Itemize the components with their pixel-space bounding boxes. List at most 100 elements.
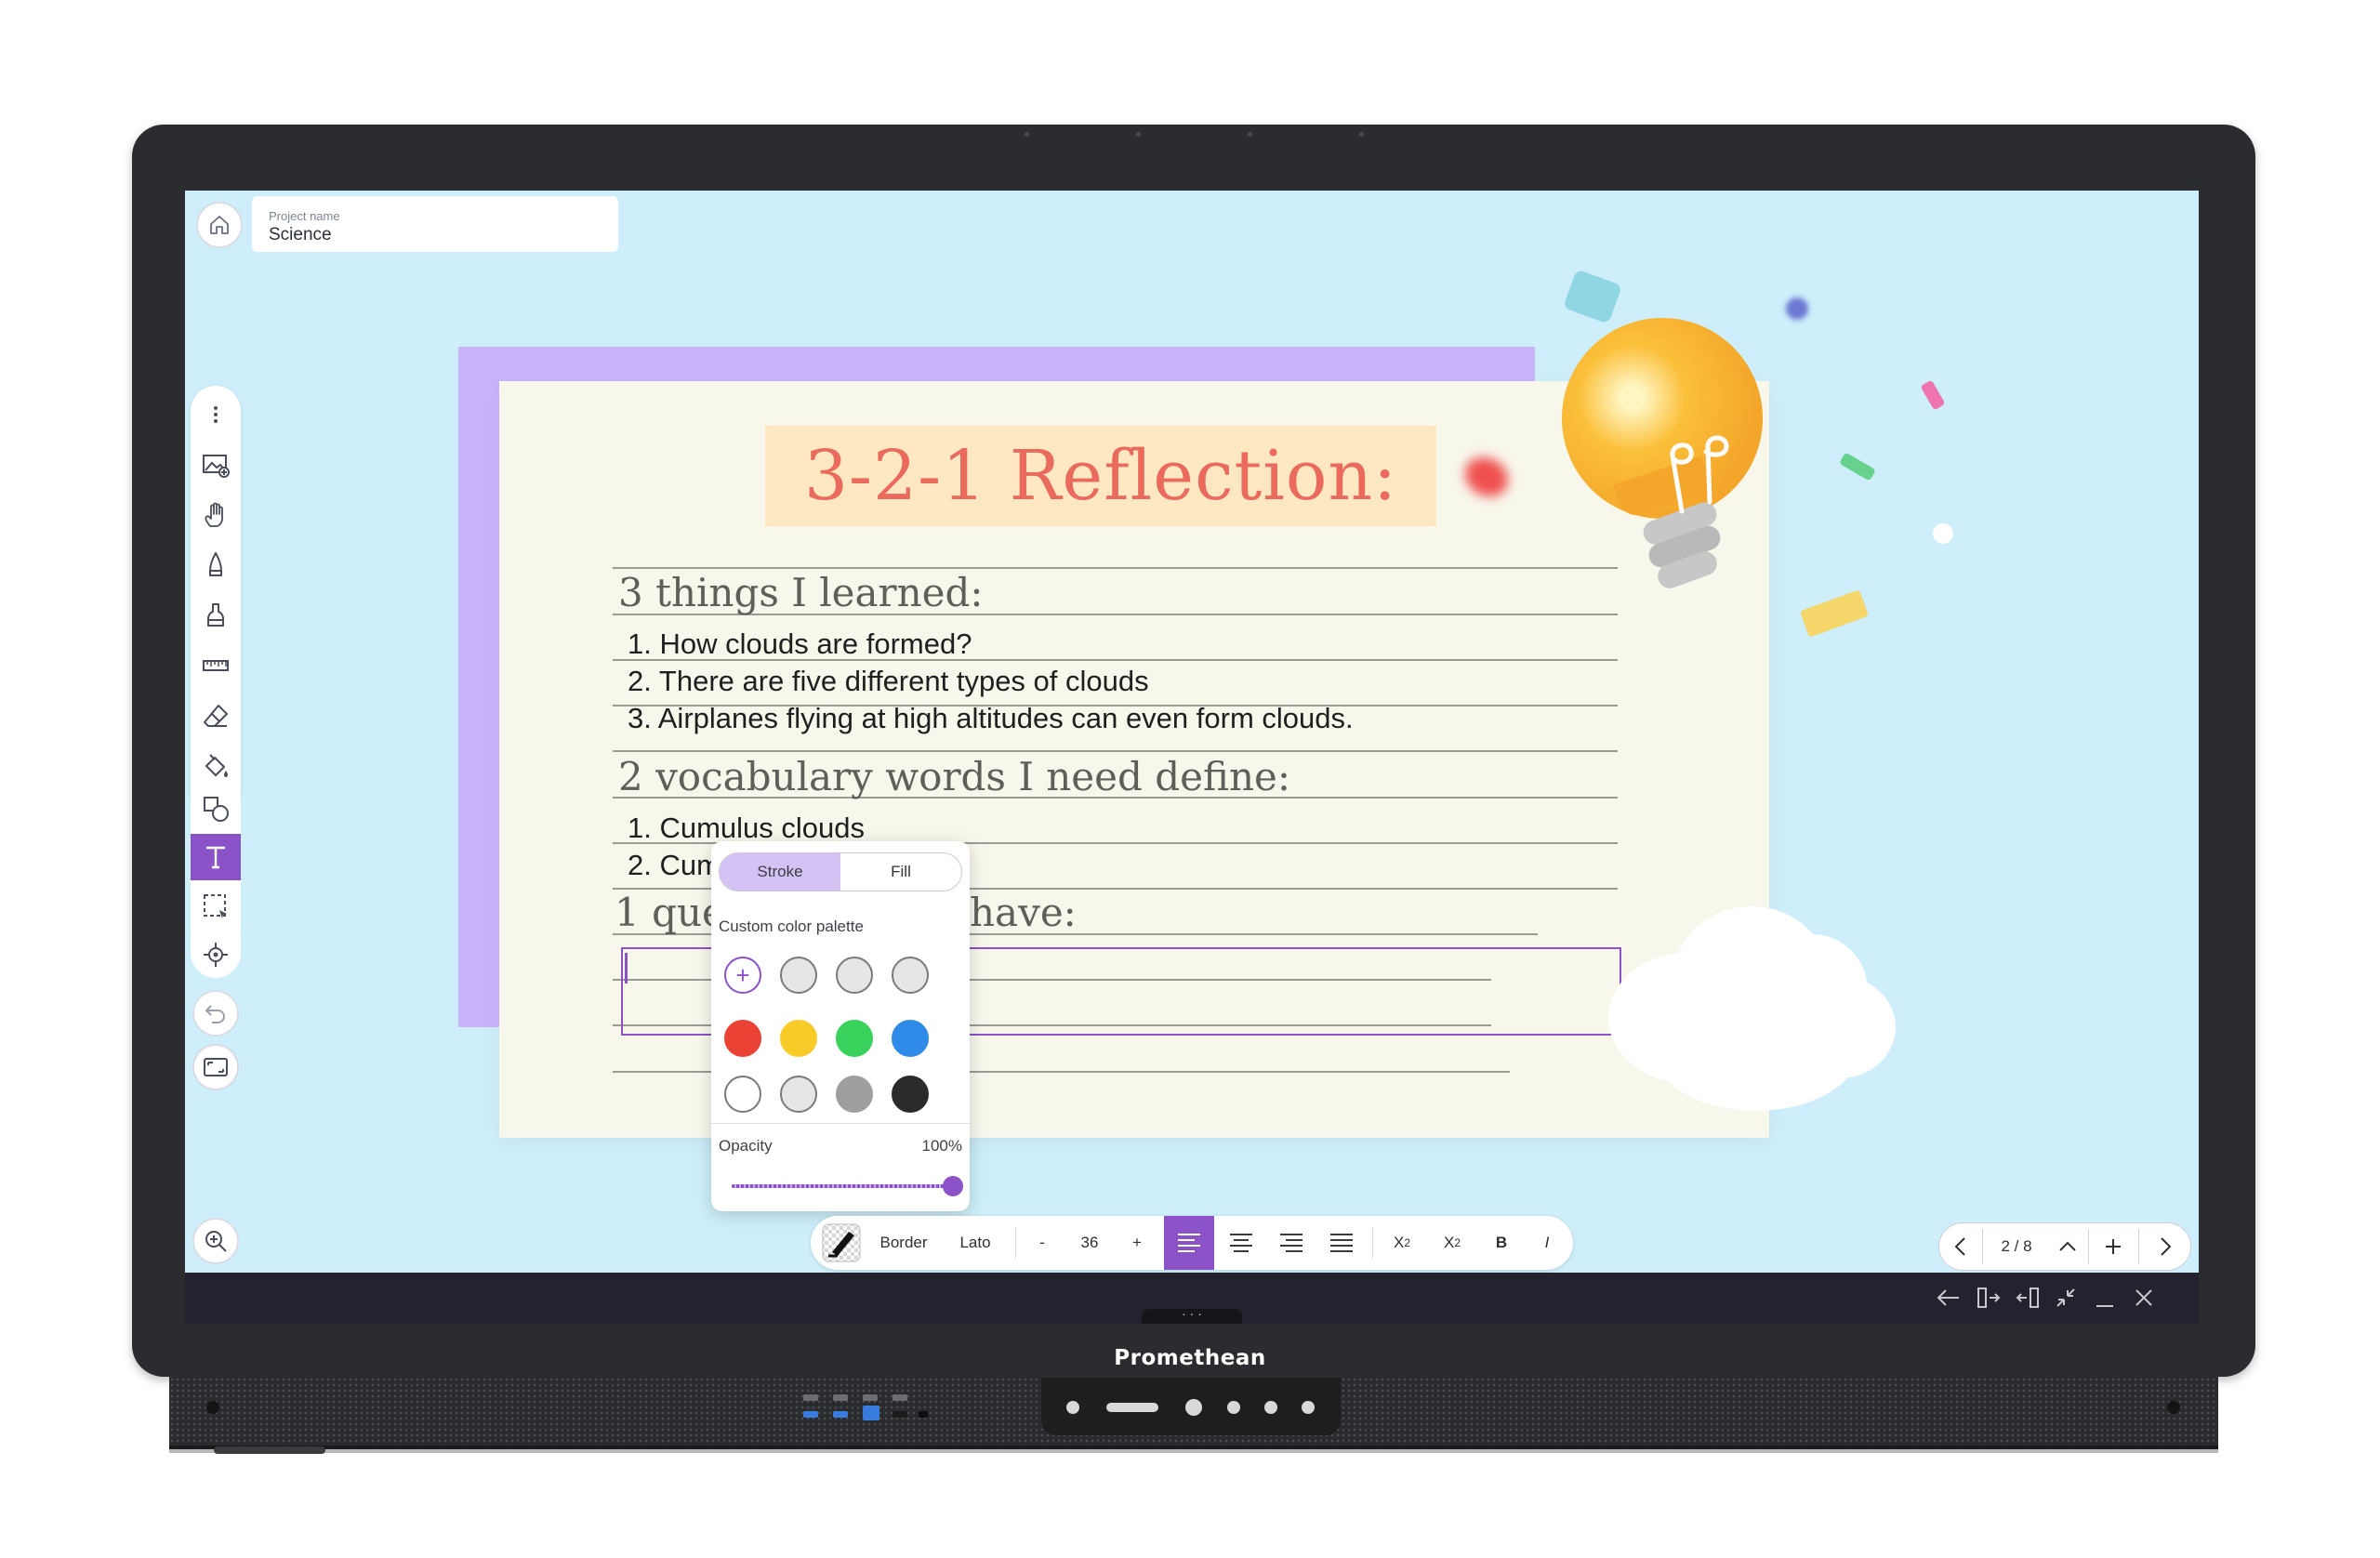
pager-separator (1982, 1229, 1983, 1264)
align-center-button[interactable] (1216, 1216, 1266, 1270)
brand-logo: Promethean (1114, 1346, 1266, 1370)
pen-icon (209, 552, 222, 576)
color-swatch-white[interactable] (724, 1076, 761, 1113)
ruled-line (613, 567, 1618, 569)
taskbar-handle[interactable]: · · · (1142, 1307, 1242, 1324)
color-swatch-light-gray[interactable] (780, 1076, 817, 1113)
fill-tool-button[interactable] (191, 743, 241, 789)
page-indicator[interactable]: 2 / 8 (1984, 1223, 2049, 1270)
bezel-sensor (1359, 132, 1364, 137)
panel-button[interactable] (1264, 1401, 1277, 1414)
subscript-button[interactable]: X2 (1428, 1216, 1476, 1270)
volume-slider[interactable] (1106, 1403, 1158, 1412)
color-swatch-black[interactable] (892, 1076, 929, 1113)
zoom-in-icon (205, 1231, 227, 1252)
undo-button[interactable] (192, 990, 239, 1036)
home-button[interactable] (196, 202, 243, 248)
pen-tool-button[interactable] (191, 542, 241, 588)
superscript-button[interactable]: X2 (1378, 1216, 1426, 1270)
screen-view-button[interactable] (192, 1044, 239, 1090)
align-left-button[interactable] (1164, 1216, 1214, 1270)
palette-label: Custom color palette (719, 918, 864, 935)
tab-fill[interactable]: Fill (840, 853, 961, 891)
color-swatch-yellow[interactable] (780, 1020, 817, 1057)
italic-button[interactable]: I (1525, 1216, 1569, 1270)
font-size-value[interactable]: 36 (1064, 1216, 1116, 1270)
zoom-button[interactable] (192, 1218, 239, 1264)
minimize-icon[interactable] (2093, 1286, 2117, 1310)
heading-vocab: 2 vocabulary words I need define: (618, 754, 1291, 799)
border-button[interactable]: Border (868, 1216, 939, 1270)
tab-stroke[interactable]: Stroke (720, 853, 840, 891)
learned-item: 2. There are five different types of clo… (628, 665, 1149, 697)
pager-separator (2138, 1229, 2139, 1264)
opacity-label: Opacity (719, 1137, 773, 1155)
learned-item: 3. Airplanes flying at high altitudes ca… (628, 702, 1354, 734)
pointer-tool-button[interactable] (191, 931, 241, 978)
dock-left-icon[interactable] (1976, 1286, 2002, 1310)
screen-view-icon (204, 1058, 228, 1076)
shapes-tool-button[interactable] (191, 786, 241, 832)
color-swatch-blue[interactable] (892, 1020, 929, 1057)
screw (2167, 1401, 2180, 1414)
color-swatch-gray[interactable] (836, 1076, 873, 1113)
subscript-base: X (1443, 1234, 1455, 1251)
power-button[interactable] (1185, 1399, 1202, 1416)
chevron-left-icon (1954, 1237, 1965, 1256)
selection-tool-button[interactable] (191, 883, 241, 930)
add-color-button[interactable]: + (724, 957, 761, 994)
previous-page-button[interactable] (1939, 1223, 1982, 1270)
font-size-increase[interactable]: + (1117, 1216, 1157, 1270)
page-list-button[interactable] (2049, 1223, 2086, 1270)
panel-button[interactable] (1227, 1401, 1240, 1414)
more-button[interactable] (191, 391, 241, 438)
align-right-icon (1280, 1234, 1302, 1252)
bezel-sensor (1136, 132, 1141, 137)
heading-learned: 3 things I learned: (618, 570, 984, 615)
custom-color-swatch[interactable] (780, 957, 817, 994)
back-arrow-icon[interactable] (1937, 1287, 1961, 1308)
display-base (169, 1449, 2218, 1453)
border-color-button[interactable] (820, 1216, 863, 1270)
add-page-button[interactable] (2090, 1223, 2136, 1270)
text-tool-button[interactable] (191, 834, 241, 880)
font-select[interactable]: Lato (943, 1216, 1008, 1270)
color-swatch-green[interactable] (836, 1020, 873, 1057)
close-icon[interactable] (2132, 1286, 2156, 1310)
bold-button[interactable]: B (1478, 1216, 1525, 1270)
opacity-slider-handle[interactable] (943, 1176, 963, 1196)
align-right-button[interactable] (1266, 1216, 1316, 1270)
insert-image-icon (203, 455, 230, 478)
pointer-icon (204, 943, 228, 967)
display-foot (214, 1446, 325, 1454)
vocab-item: 1. Cumulus clouds (628, 812, 866, 844)
project-name-field[interactable]: Project name Science (252, 196, 618, 252)
panel-button[interactable] (1302, 1401, 1315, 1414)
align-justify-button[interactable] (1316, 1216, 1367, 1270)
ruled-line (613, 750, 1618, 752)
selection-icon (204, 894, 227, 918)
sensor-button[interactable] (1066, 1401, 1079, 1414)
toolbar-separator (1372, 1227, 1373, 1259)
collapse-icon[interactable] (2054, 1286, 2078, 1310)
color-swatch-red[interactable] (724, 1020, 761, 1057)
bezel-sensor (1025, 132, 1029, 137)
opacity-slider[interactable] (732, 1184, 953, 1188)
align-center-icon (1230, 1234, 1252, 1252)
next-page-button[interactable] (2140, 1223, 2190, 1270)
text-cursor (625, 953, 628, 984)
text-icon (206, 846, 225, 869)
heading-question-end: have: (970, 890, 1077, 935)
stroke-fill-toggle: Stroke Fill (719, 852, 962, 891)
font-size-decrease[interactable]: - (1023, 1216, 1062, 1270)
hand-tool-button[interactable] (191, 492, 241, 538)
dock-right-icon[interactable] (2015, 1286, 2041, 1310)
custom-color-swatch[interactable] (836, 957, 873, 994)
screw (206, 1401, 219, 1414)
custom-color-swatch[interactable] (892, 957, 929, 994)
shapes-tool-button[interactable] (191, 614, 241, 661)
insert-image-button[interactable] (191, 442, 241, 488)
superscript-base: X (1393, 1234, 1405, 1251)
eraser-tool-button[interactable] (191, 693, 241, 739)
color-popup: Stroke Fill Custom color palette + Opaci… (711, 841, 970, 1211)
